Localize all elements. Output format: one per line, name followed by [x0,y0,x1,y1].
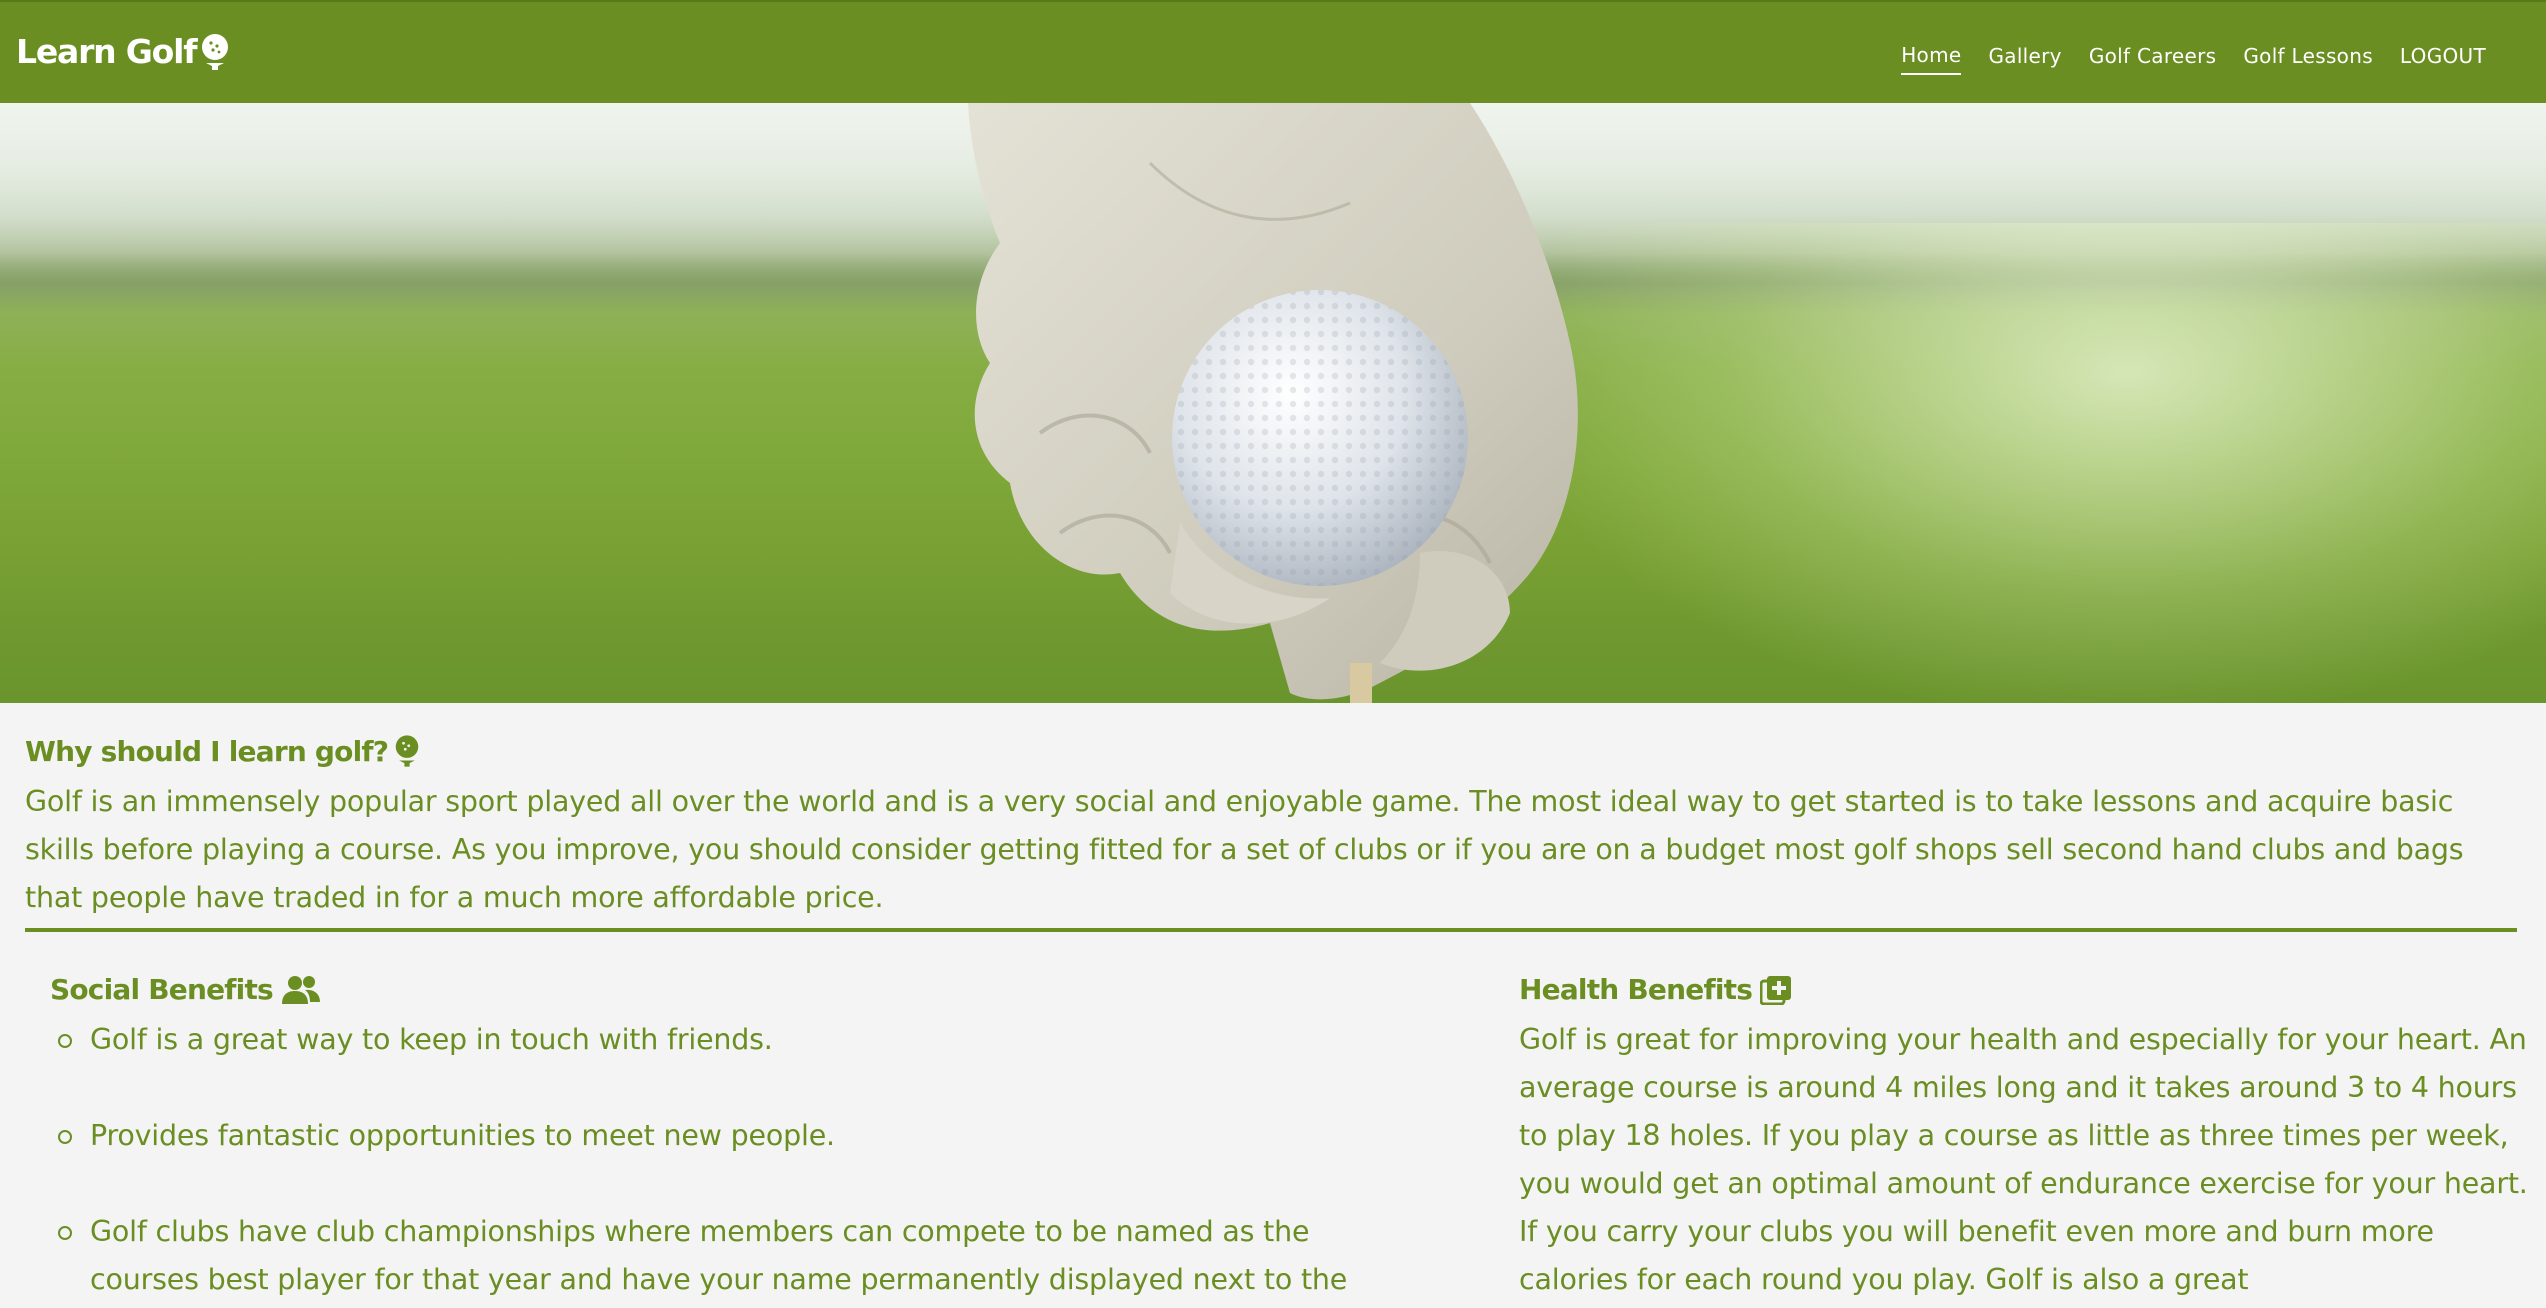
circle-bullet-icon [58,1130,72,1144]
list-item-text: Golf is a great way to keep in touch wit… [90,1023,773,1056]
circle-bullet-icon [58,1226,72,1240]
list-item-text: Golf clubs have club championships where… [90,1215,1348,1296]
intro-heading: Why should I learn golf? [25,734,420,768]
circle-bullet-icon [58,1034,72,1048]
nav-link-golf-lessons[interactable]: Golf Lessons [2243,44,2373,74]
gloved-hand-golf-ball-illustration [968,103,1578,703]
nav-link-gallery[interactable]: Gallery [1988,44,2061,74]
social-benefits-heading: Social Benefits [50,973,321,1006]
health-benefits-heading: Health Benefits [1519,973,1792,1006]
social-benefits-list: Golf is a great way to keep in touch wit… [58,1016,1398,1308]
users-icon [281,975,320,1004]
brand-name: Learn Golf [16,32,198,71]
medical-plus-icon [1760,975,1792,1005]
intro-heading-text: Why should I learn golf? [25,734,389,768]
section-divider [25,928,2517,932]
hero-image [0,103,2546,703]
list-item-text: Provides fantastic opportunities to meet… [90,1119,835,1152]
nav-item-golf-careers: Golf Careers [2089,44,2217,74]
nav-item-logout: LOGOUT [2400,44,2486,74]
navbar: Learn Golf Home Gallery Golf Careers Gol… [0,0,2546,103]
intro-paragraph: Golf is an immensely popular sport playe… [25,785,2464,914]
health-benefits-heading-text: Health Benefits [1519,973,1753,1006]
nav-link-golf-careers[interactable]: Golf Careers [2089,44,2217,74]
nav-item-home: Home [1901,43,1962,75]
nav-item-golf-lessons: Golf Lessons [2243,44,2373,74]
nav-menu: Home Gallery Golf Careers Golf Lessons L… [1874,43,2486,75]
list-item: Golf is a great way to keep in touch wit… [58,1016,1398,1064]
golf-ball-on-tee-icon [202,33,229,70]
brand-link[interactable]: Learn Golf [16,32,230,71]
health-benefits-paragraph: Golf is great for improving your health … [1519,1023,2528,1296]
nav-item-gallery: Gallery [1988,44,2061,74]
list-item: Golf clubs have club championships where… [58,1208,1398,1304]
social-benefits-heading-text: Social Benefits [50,973,274,1006]
golf-ball-on-tee-icon [395,735,419,767]
nav-link-home[interactable]: Home [1901,43,1962,75]
nav-link-logout[interactable]: LOGOUT [2400,44,2486,74]
list-item: Provides fantastic opportunities to meet… [58,1112,1398,1160]
